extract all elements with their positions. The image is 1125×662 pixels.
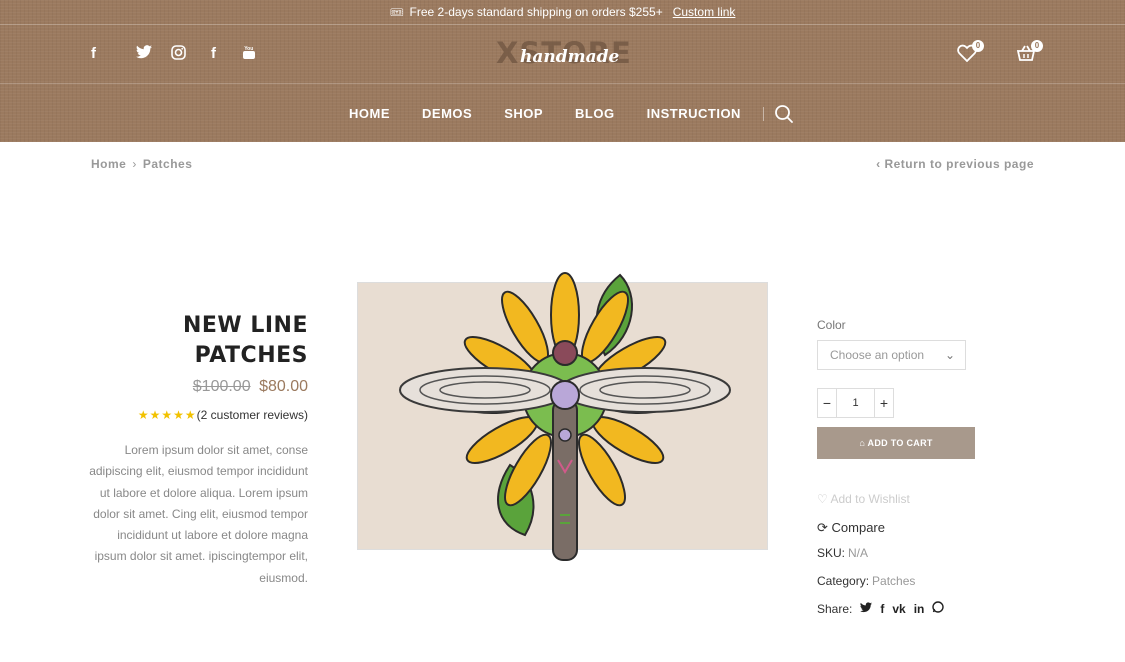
nav-item-blog[interactable]: BLOG xyxy=(575,106,615,121)
nav-item-shop[interactable]: SHOP xyxy=(504,106,543,121)
whatsapp-icon[interactable] xyxy=(932,601,945,616)
return-label: Return to previous page xyxy=(884,157,1034,171)
share-label: Share: xyxy=(817,601,853,616)
sku-row: SKU: N/A xyxy=(817,546,868,560)
sale-price: $80.00 xyxy=(259,378,308,395)
product-rating: ★★★★★(2 customer reviews) xyxy=(110,408,308,422)
category-row: Category: Patches xyxy=(817,574,915,588)
wishlist-button[interactable]: 0 xyxy=(956,40,984,66)
quantity-increase-button[interactable]: + xyxy=(875,389,893,417)
chevron-right-icon: › xyxy=(132,157,137,171)
sku-value: N/A xyxy=(848,546,869,560)
product-price: $100.00 $80.00 xyxy=(150,378,308,396)
star-rating-icon: ★★★★★ xyxy=(137,408,197,422)
nav-item-home[interactable]: HOME xyxy=(349,106,390,121)
add-to-cart-label: ADD TO CART xyxy=(867,438,933,448)
heart-icon: ♡ xyxy=(817,492,831,506)
cart-button[interactable]: 0 xyxy=(1015,40,1043,66)
logo-script: handmade xyxy=(520,47,620,67)
compare-link[interactable]: ⟳ Compare xyxy=(817,520,885,536)
breadcrumb-home[interactable]: Home xyxy=(91,157,126,171)
chevron-down-icon: ⌄ xyxy=(944,348,955,362)
breadcrumb: Home › Patches xyxy=(91,157,192,171)
search-icon[interactable] xyxy=(774,104,794,124)
color-select[interactable]: Choose an option ⌄ xyxy=(817,340,966,370)
instagram-icon[interactable] xyxy=(161,45,196,65)
linkedin-icon[interactable]: in xyxy=(914,602,925,616)
header-main: f f You XSTORE handmade 0 0 xyxy=(0,26,1125,84)
breadcrumb-current[interactable]: Patches xyxy=(143,157,193,171)
wishlist-label: Add to Wishlist xyxy=(830,492,910,506)
compare-label: Compare xyxy=(831,520,885,535)
twitter-icon[interactable] xyxy=(860,601,873,616)
site-header: 🎟 Free 2-days standard shipping on order… xyxy=(0,0,1125,142)
product-title: NEW LINE PATCHES xyxy=(150,311,308,371)
color-label: Color xyxy=(817,318,846,332)
ticket-icon: 🎟 xyxy=(389,6,404,19)
nav-item-instruction[interactable]: INSTRUCTION xyxy=(647,106,741,121)
sku-label: SKU: xyxy=(817,546,846,560)
nav-divider xyxy=(762,106,764,121)
old-price: $100.00 xyxy=(192,378,251,395)
wishlist-count-badge: 0 xyxy=(972,40,984,52)
add-to-cart-button[interactable]: ⌂ ADD TO CART xyxy=(817,427,975,459)
cart-count-badge: 0 xyxy=(1031,40,1043,52)
product-description: Lorem ipsum dolor sit amet, conse adipis… xyxy=(89,443,308,585)
promo-text: Free 2-days standard shipping on orders … xyxy=(409,5,663,19)
header-actions: 0 0 xyxy=(956,40,1043,66)
dragonfly-patch-image[interactable] xyxy=(390,265,740,565)
quantity-stepper: − 1 + xyxy=(817,388,894,418)
svg-text:You: You xyxy=(244,46,253,52)
facebook-icon[interactable]: f xyxy=(91,45,126,65)
site-logo[interactable]: XSTORE handmade xyxy=(496,36,636,72)
basket-icon: ⌂ xyxy=(859,438,868,448)
product-title-line2: PATCHES xyxy=(194,343,308,368)
main-nav: HOME DEMOS SHOP BLOG INSTRUCTION xyxy=(0,85,1125,142)
vk-icon[interactable]: vk xyxy=(892,602,905,616)
quantity-decrease-button[interactable]: − xyxy=(818,389,836,417)
nav-item-demos[interactable]: DEMOS xyxy=(422,106,472,121)
review-count-link[interactable]: (2 customer reviews) xyxy=(197,408,308,422)
color-select-value: Choose an option xyxy=(830,348,925,362)
promo-link[interactable]: Custom link xyxy=(673,5,736,19)
facebook-icon[interactable]: f xyxy=(880,602,884,616)
youtube-icon[interactable]: You xyxy=(231,45,266,65)
quantity-input[interactable]: 1 xyxy=(836,389,875,417)
promo-bar: 🎟 Free 2-days standard shipping on order… xyxy=(0,0,1125,25)
social-links: f f You xyxy=(91,45,266,65)
refresh-icon: ⟳ xyxy=(817,520,832,535)
category-label: Category: xyxy=(817,574,870,588)
category-link[interactable]: Patches xyxy=(872,574,915,588)
facebook-icon[interactable]: f xyxy=(196,45,231,65)
return-link[interactable]: ‹ Return to previous page xyxy=(876,157,1034,171)
add-to-wishlist-link[interactable]: ♡ Add to Wishlist xyxy=(817,492,910,506)
share-row: Share: f vk in xyxy=(817,601,945,616)
product-title-line1: NEW LINE xyxy=(182,313,308,338)
twitter-icon[interactable] xyxy=(126,45,161,65)
